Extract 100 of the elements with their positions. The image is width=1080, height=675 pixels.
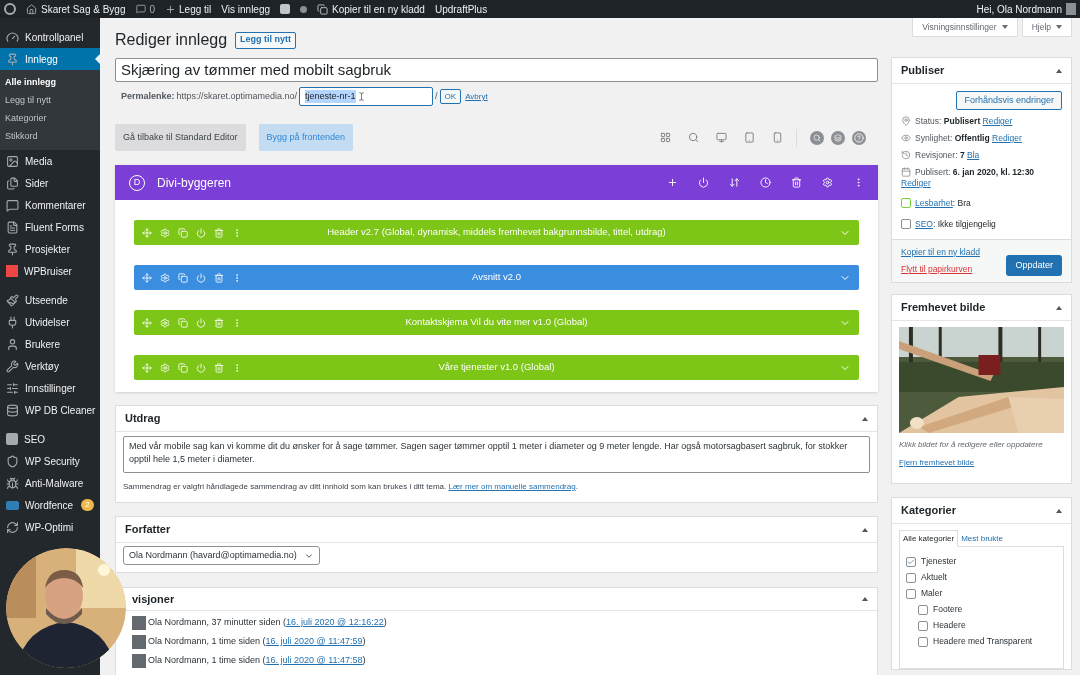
power-icon[interactable]: [196, 272, 206, 283]
submenu-item[interactable]: Kategorier: [0, 110, 100, 128]
update-button[interactable]: Oppdater: [1006, 255, 1062, 276]
category-checkbox[interactable]: [906, 572, 916, 583]
move-icon[interactable]: [142, 317, 152, 328]
preview-button[interactable]: Forhåndsvis endringer: [956, 91, 1062, 110]
remove-image-link[interactable]: Fjern fremhevet bilde: [899, 457, 1064, 469]
copy-icon[interactable]: [317, 3, 329, 15]
author-select[interactable]: Ola Nordmann (havard@optimamedia.no): [123, 546, 320, 565]
duplicate-icon[interactable]: [178, 227, 188, 238]
trash-icon[interactable]: [791, 177, 802, 188]
revision-link[interactable]: 16. juli 2020 @ 12:16:22: [286, 616, 384, 627]
edit-link[interactable]: Rediger: [982, 116, 1013, 126]
cancel-link[interactable]: Avbryt: [465, 90, 488, 103]
seo-link[interactable]: Lesbarhet: [915, 198, 953, 208]
sort-icon[interactable]: [729, 177, 740, 188]
category-tab[interactable]: Mest brukte: [958, 530, 1006, 547]
sidebar-item[interactable]: Kontrollpanel: [0, 26, 100, 48]
move-icon[interactable]: [142, 362, 152, 373]
sidebar-item[interactable]: WP Security: [0, 450, 100, 472]
move-icon[interactable]: [142, 227, 152, 238]
duplicate-icon[interactable]: [178, 272, 188, 283]
trash-link[interactable]: Flytt til papirkurven: [901, 263, 980, 276]
settings-icon[interactable]: [160, 272, 170, 283]
trash-icon[interactable]: [214, 317, 224, 328]
collapse-icon[interactable]: [862, 527, 868, 532]
sidebar-item[interactable]: SEO: [0, 428, 100, 450]
sidebar-item[interactable]: Media: [0, 150, 100, 172]
seo-link[interactable]: SEO: [915, 218, 933, 229]
copy-draft-link[interactable]: Kopier til en ny kladd: [317, 1, 425, 17]
home-icon[interactable]: [26, 3, 37, 15]
move-icon[interactable]: [142, 272, 152, 283]
new-link[interactable]: Legg til: [165, 1, 212, 17]
screen-options-tab[interactable]: Hjelp: [1021, 18, 1072, 37]
account-link[interactable]: Hei, Ola Nordmann: [976, 1, 1076, 17]
copy-draft-link[interactable]: Kopier til en ny kladd: [901, 245, 980, 259]
sidebar-item[interactable]: WPBruiser: [0, 260, 100, 282]
edit-link[interactable]: Rediger: [901, 178, 1035, 189]
category-tab[interactable]: Alle kategorier: [899, 530, 959, 547]
excerpt-field[interactable]: Med vår mobile sag kan vi komme dit du ønsker for å sage tømmer. Sagen sager tømmer opptil 1 meter i diameter og 9 meter lengde. Har også motorsagbasert sagbruk, for stokker opptil hele 1,5 meter i diameter.: [123, 436, 870, 473]
collapse-icon[interactable]: [862, 416, 868, 421]
history-icon[interactable]: [760, 177, 771, 188]
sidebar-item[interactable]: Innstillinger: [0, 377, 100, 399]
category-checkbox[interactable]: [918, 636, 928, 647]
sidebar-item[interactable]: Sider: [0, 172, 100, 194]
sidebar-item[interactable]: Utvidelser: [0, 311, 100, 333]
title-field[interactable]: Skjæring av tømmer med mobilt sagbruk: [115, 58, 878, 82]
slug-field[interactable]: tjeneste-nr-1: [299, 87, 434, 106]
submenu-item[interactable]: Legg til nytt: [0, 92, 100, 110]
ok-button[interactable]: OK: [439, 89, 462, 104]
sidebar-item[interactable]: Brukere: [0, 333, 100, 355]
trash-icon[interactable]: [214, 362, 224, 373]
submenu-item[interactable]: Alle innlegg: [0, 74, 100, 92]
duplicate-icon[interactable]: [178, 317, 188, 328]
help-icon[interactable]: [852, 130, 866, 145]
settings-icon[interactable]: [822, 177, 833, 188]
category-checkbox[interactable]: [918, 620, 928, 631]
trash-icon[interactable]: [214, 227, 224, 238]
tablet-icon[interactable]: [744, 132, 755, 143]
sidebar-item[interactable]: Fluent Forms: [0, 216, 100, 238]
collapse-icon[interactable]: [1056, 508, 1062, 513]
layers-icon[interactable]: [831, 130, 845, 145]
comments-link[interactable]: 0: [135, 1, 156, 17]
learn-more-link[interactable]: Lær mer om manuelle sammendrag: [448, 482, 576, 491]
edit-link[interactable]: Bla: [967, 150, 980, 160]
collapse-icon[interactable]: [1056, 305, 1062, 310]
layout-icon[interactable]: [660, 132, 671, 143]
collapse-icon[interactable]: [1056, 68, 1062, 73]
sidebar-item[interactable]: Prosjekter: [0, 238, 100, 260]
search-icon[interactable]: [810, 130, 824, 145]
phone-icon[interactable]: [772, 132, 783, 143]
sidebar-item[interactable]: WP-Optimi: [0, 516, 100, 538]
site-link[interactable]: Skaret Sag & Bygg: [26, 1, 126, 17]
collapse-icon[interactable]: [862, 597, 868, 601]
trash-icon[interactable]: [214, 272, 224, 283]
screen-options-tab[interactable]: Visningsinnstillinger: [912, 18, 1018, 37]
category-checkbox[interactable]: [906, 588, 916, 599]
power-icon[interactable]: [698, 177, 709, 188]
sidebar-item[interactable]: Anti-Malware: [0, 472, 100, 494]
sidebar-item[interactable]: Innlegg: [0, 48, 100, 70]
plus-icon[interactable]: [165, 3, 177, 15]
add-new-button[interactable]: Legg til nytt: [235, 31, 297, 49]
sidebar-item[interactable]: Verktøy: [0, 355, 100, 377]
add-icon[interactable]: [667, 177, 678, 188]
plugin-link[interactable]: UpdraftPlus: [434, 1, 488, 17]
sidebar-item[interactable]: Wordfence 2: [0, 494, 100, 516]
desktop-icon[interactable]: [716, 132, 727, 143]
sidebar-item[interactable]: Kommentarer: [0, 194, 100, 216]
comment-icon[interactable]: [135, 4, 146, 14]
sidebar-item[interactable]: Utseende: [0, 289, 100, 311]
category-checkbox[interactable]: [918, 604, 928, 615]
duplicate-icon[interactable]: [178, 362, 188, 373]
search-icon[interactable]: [688, 132, 699, 143]
category-checkbox[interactable]: [906, 556, 916, 567]
submenu-item[interactable]: Stikkord: [0, 128, 100, 146]
view-post-link[interactable]: Vis innlegg: [221, 1, 271, 17]
sidebar-item[interactable]: WP DB Cleaner: [0, 399, 100, 421]
edit-link[interactable]: Rediger: [992, 133, 1022, 143]
editor-button[interactable]: Gå tilbake til Standard Editor: [115, 124, 246, 151]
wordpress-logo-icon[interactable]: [4, 3, 16, 15]
